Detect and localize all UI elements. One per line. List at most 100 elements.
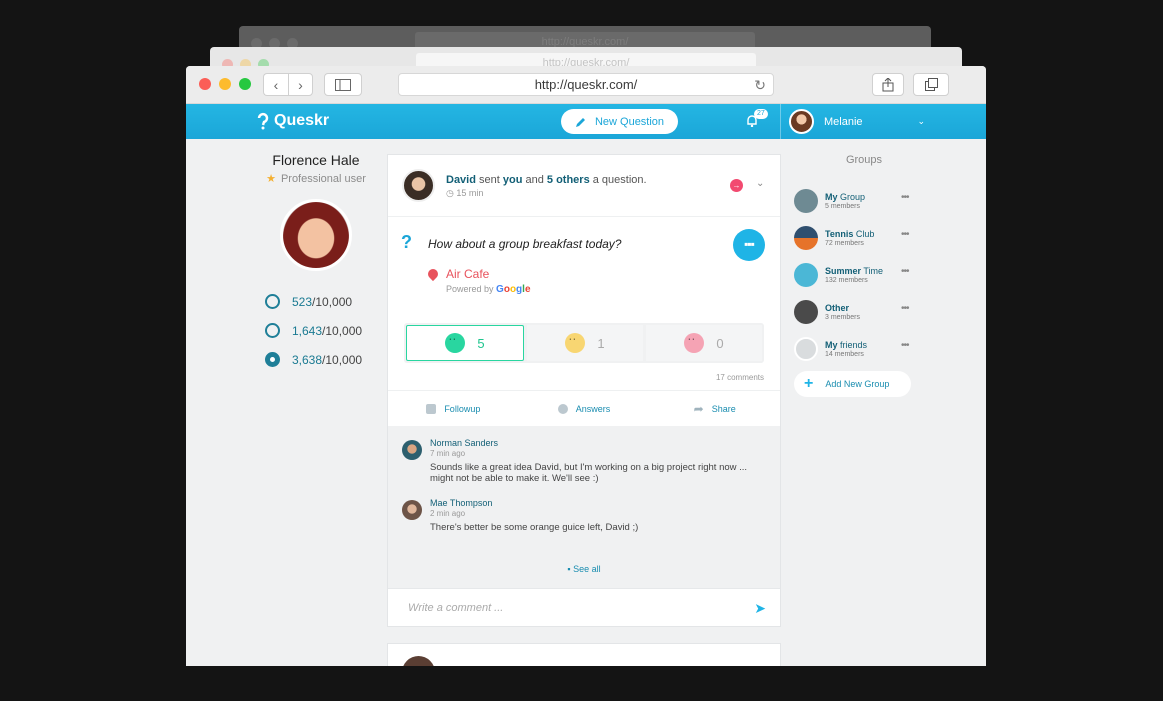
more-dots-icon[interactable]: ••• — [901, 303, 909, 314]
more-dots-icon[interactable]: ••• — [901, 266, 909, 277]
sender-avatar[interactable] — [402, 169, 435, 202]
sender-avatar[interactable] — [402, 656, 435, 666]
tabs-overview-button[interactable] — [913, 73, 949, 96]
powered-by-label: Powered by — [446, 284, 494, 294]
next-question-card — [387, 643, 781, 666]
new-question-label: New Question — [594, 115, 665, 128]
group-name-bold: Tennis — [825, 228, 854, 239]
group-name-bold: Summer — [825, 265, 862, 276]
more-dots-icon[interactable]: ••• — [901, 229, 909, 240]
commenter-name[interactable]: Mae Thompson — [430, 498, 766, 508]
notifications-button[interactable]: 27 — [746, 109, 768, 132]
group-item[interactable]: Other 3 members ••• — [794, 293, 934, 330]
user-icon — [265, 294, 280, 309]
group-name: Tennis Club — [825, 229, 874, 239]
url-bar[interactable]: http://queskr.com/ ↻ — [398, 73, 774, 96]
app-header: Queskr New Question 27 Melanie ⌄ — [186, 104, 986, 139]
sender-name[interactable]: David — [446, 174, 476, 186]
google-logo: Google — [496, 284, 531, 295]
share-post-button[interactable]: ➦ Share — [649, 402, 780, 416]
group-item[interactable]: My friends 14 members ••• — [794, 330, 934, 367]
stat-max: /10,000 — [322, 352, 363, 367]
group-members: 72 members — [825, 239, 864, 247]
minimize-window-button[interactable] — [219, 78, 231, 90]
forward-icon[interactable]: → — [730, 179, 743, 192]
back-button[interactable]: ‹ — [263, 73, 288, 96]
stat-value: 523 — [292, 294, 313, 309]
vote-maybe-button[interactable]: 1 — [527, 325, 643, 361]
comments-section: Norman Sanders 7 min ago Sounds like a g… — [388, 426, 780, 588]
group-avatar — [794, 299, 818, 324]
clock-icon: ◷ — [446, 188, 457, 198]
user-avatar — [789, 109, 814, 134]
question-mark-icon: ? — [401, 232, 412, 252]
comment-text: There's better be some orange guice left… — [430, 522, 639, 533]
header-divider — [780, 104, 781, 139]
globe-icon — [557, 403, 568, 414]
commenter-name[interactable]: Norman Sanders — [430, 438, 766, 448]
group-members: 3 members — [825, 313, 861, 321]
post-summary: David sent you and 5 others a question. — [446, 174, 647, 186]
stat-max: /10,000 — [322, 323, 363, 338]
vote-no-button[interactable]: 0 — [646, 325, 762, 361]
question-body: ? How about a group breakfast today? ▪▪▪… — [388, 217, 780, 323]
user-menu[interactable]: Melanie ⌄ — [789, 109, 925, 134]
forward-button[interactable]: › — [288, 73, 313, 96]
url-text: http://queskr.com/ — [534, 77, 638, 92]
vote-count: 0 — [716, 335, 724, 351]
see-all-link[interactable]: ▪ See all — [388, 564, 780, 574]
group-name-bold: My — [825, 191, 838, 202]
stat-value: 1,643 — [292, 323, 323, 338]
share-arrow-icon: ➦ — [693, 401, 704, 416]
comment-input[interactable]: Write a comment ... ➤ — [388, 588, 780, 626]
maximize-window-button[interactable] — [239, 78, 251, 90]
reload-icon[interactable]: ↻ — [754, 77, 766, 94]
comment-time: 2 min ago — [430, 509, 466, 518]
location[interactable]: Air Cafe — [425, 266, 489, 282]
commenter-avatar[interactable] — [402, 500, 422, 520]
share-button[interactable] — [872, 73, 904, 96]
comments-count[interactable]: 17 comments — [388, 363, 780, 390]
happy-face-icon — [445, 329, 466, 353]
queskr-logo-icon — [257, 112, 269, 130]
group-item[interactable]: Summer Time 132 members ••• — [794, 256, 934, 293]
powered-by: Powered by Google — [446, 284, 531, 295]
vote-yes-button[interactable]: 5 — [406, 325, 524, 361]
sidebar-toggle-button[interactable] — [324, 73, 362, 96]
comment-item: Mae Thompson 2 min ago There's better be… — [402, 498, 766, 533]
pencil-icon — [575, 117, 585, 127]
share-icon — [882, 77, 894, 91]
group-members: 14 members — [825, 350, 864, 358]
more-dots-icon[interactable]: ••• — [901, 340, 909, 351]
answers-button[interactable]: Answers — [519, 403, 650, 414]
map-pin-icon — [425, 266, 441, 282]
group-item[interactable]: Tennis Club 72 members ••• — [794, 219, 934, 256]
group-avatar — [794, 336, 818, 361]
sidebar-icon — [335, 78, 351, 91]
app-logo[interactable]: Queskr — [256, 112, 329, 130]
commenter-avatar[interactable] — [402, 440, 422, 460]
group-name-rest: Time — [861, 265, 884, 276]
group-avatar — [794, 188, 818, 213]
followup-button[interactable]: Followup — [388, 403, 519, 414]
card-header: David sent you and 5 others a question. … — [388, 155, 780, 217]
summary-text: and — [522, 174, 547, 186]
groups-title: Groups — [845, 154, 883, 166]
add-group-button[interactable]: + Add New Group — [794, 371, 911, 397]
summary-others[interactable]: 5 others — [547, 174, 590, 186]
add-group-label: Add New Group — [825, 379, 890, 389]
group-item[interactable]: My Group 5 members ••• — [794, 182, 934, 219]
more-options-button[interactable]: ▪▪▪ — [733, 229, 765, 261]
close-window-button[interactable] — [199, 78, 211, 90]
group-name-bold: My — [825, 339, 838, 350]
stat-row: 1,643/10,000 — [265, 316, 386, 345]
chevron-down-icon[interactable]: ⌄ — [756, 178, 764, 189]
profile-photo — [280, 199, 352, 271]
send-icon[interactable]: ➤ — [754, 600, 766, 617]
card-actions: Followup Answers ➦ Share — [388, 390, 780, 426]
question-text: How about a group breakfast today? — [428, 237, 622, 251]
more-dots-icon[interactable]: ••• — [901, 192, 909, 203]
group-name: Summer Time — [825, 266, 883, 276]
new-question-button[interactable]: New Question — [561, 109, 678, 134]
post-time-label: 15 min — [456, 188, 484, 198]
